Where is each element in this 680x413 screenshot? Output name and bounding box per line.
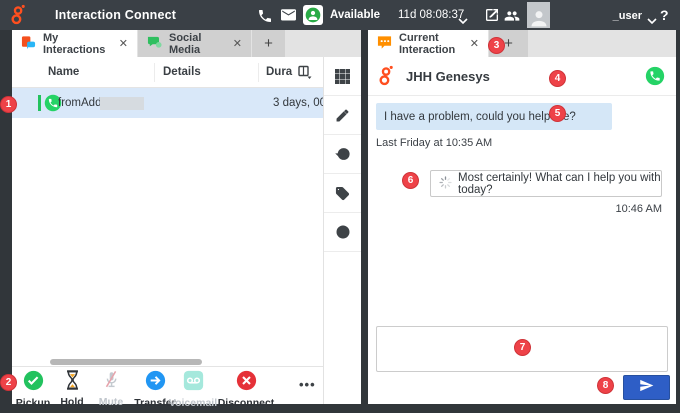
tab-close-icon[interactable]: ✕ bbox=[470, 37, 479, 50]
grid-view-icon[interactable] bbox=[324, 57, 361, 96]
presence-status-label[interactable]: Available bbox=[330, 9, 380, 21]
column-header-details[interactable]: Details bbox=[163, 66, 201, 78]
genesys-logo-icon bbox=[8, 4, 30, 31]
annotation-badge-5: 5 bbox=[549, 105, 566, 122]
hold-hourglass-icon bbox=[63, 370, 82, 395]
tab-close-icon[interactable]: ✕ bbox=[119, 37, 128, 50]
column-header-name[interactable]: Name bbox=[48, 66, 79, 78]
incoming-message-timestamp: Last Friday at 10:35 AM bbox=[376, 137, 492, 149]
outgoing-message-text: Most certainly! What can I help you with… bbox=[458, 172, 661, 196]
new-tab-button[interactable]: + bbox=[252, 30, 285, 57]
side-tool-strip bbox=[323, 57, 361, 404]
annotation-badge-1: 1 bbox=[0, 96, 17, 113]
phone-icon[interactable] bbox=[257, 8, 273, 29]
compose-icon[interactable] bbox=[484, 7, 500, 28]
tab-close-icon[interactable]: ✕ bbox=[233, 37, 242, 50]
my-interactions-icon bbox=[21, 35, 36, 53]
tab-label: Current Interaction bbox=[399, 32, 459, 56]
call-control-toolbar: Pickup Hold Mute Transfer Voicemail bbox=[12, 366, 323, 404]
disconnect-button[interactable]: Disconnect bbox=[218, 370, 274, 409]
user-chevron-down-icon[interactable] bbox=[647, 12, 657, 30]
username-label[interactable]: _user bbox=[598, 10, 642, 22]
tab-label: My Interactions bbox=[43, 32, 108, 56]
column-header-duration[interactable]: Dura bbox=[266, 66, 292, 78]
interaction-row-fromaddress[interactable]: fromAddress 3 days, 00: bbox=[12, 88, 323, 118]
session-timer: 11d 08:08:37 bbox=[398, 9, 464, 21]
annotation-badge-4: 4 bbox=[549, 70, 566, 87]
user-avatar[interactable] bbox=[527, 2, 550, 28]
tag-icon[interactable] bbox=[324, 174, 361, 213]
voicemail-button[interactable]: Voicemail bbox=[165, 370, 221, 409]
spinner-icon bbox=[439, 176, 452, 192]
paper-plane-icon bbox=[639, 378, 654, 398]
outgoing-message-bubble: Most certainly! What can I help you with… bbox=[430, 170, 662, 197]
annotation-badge-3: 3 bbox=[488, 37, 505, 54]
social-media-icon bbox=[147, 35, 162, 53]
disconnect-x-icon bbox=[236, 370, 257, 396]
my-interactions-panel: Name Details Dura fromAddress 3 days, 00… bbox=[12, 57, 361, 404]
app-title: Interaction Connect bbox=[55, 8, 176, 22]
transfer-arrow-icon bbox=[145, 370, 166, 396]
directory-people-icon[interactable] bbox=[503, 8, 521, 29]
genesys-logo-icon bbox=[376, 65, 398, 92]
column-settings-icon[interactable] bbox=[298, 65, 312, 84]
edit-pencil-icon[interactable] bbox=[324, 96, 361, 135]
envelope-icon[interactable] bbox=[281, 9, 296, 27]
tab-my-interactions[interactable]: My Interactions ✕ bbox=[12, 30, 137, 57]
send-button[interactable] bbox=[623, 375, 670, 400]
timer-chevron-down-icon[interactable] bbox=[458, 12, 468, 30]
horizontal-scrollbar[interactable] bbox=[50, 359, 202, 365]
tab-current-interaction[interactable]: Current Interaction ✕ bbox=[368, 30, 488, 57]
left-tab-bar: My Interactions ✕ Social Media ✕ + bbox=[12, 30, 361, 57]
tab-social-media[interactable]: Social Media ✕ bbox=[138, 30, 251, 57]
globe-icon[interactable] bbox=[324, 213, 361, 252]
interaction-table-header: Name Details Dura bbox=[12, 57, 323, 88]
whatsapp-icon bbox=[645, 66, 665, 91]
annotation-badge-6: 6 bbox=[402, 172, 419, 189]
mute-mic-slash-icon bbox=[102, 370, 121, 395]
pickup-check-icon bbox=[23, 370, 44, 396]
chat-contact-name: JHH Genesys bbox=[406, 69, 490, 84]
incoming-message-text: I have a problem, could you help me? bbox=[384, 111, 576, 123]
presence-status-icon[interactable] bbox=[303, 5, 323, 25]
row-duration-cell: 3 days, 00: bbox=[273, 97, 323, 109]
help-button[interactable]: ? bbox=[660, 7, 669, 23]
annotation-badge-8: 8 bbox=[597, 377, 614, 394]
annotation-badge-2: 2 bbox=[0, 374, 17, 391]
incoming-message-bubble: I have a problem, could you help me? bbox=[376, 103, 612, 130]
voicemail-icon bbox=[183, 370, 204, 396]
history-icon[interactable] bbox=[324, 135, 361, 174]
top-header-bar: Interaction Connect Available 11d 08:08:… bbox=[0, 0, 680, 30]
annotation-badge-7: 7 bbox=[514, 339, 531, 356]
tab-label: Social Media bbox=[169, 32, 222, 56]
more-options-button[interactable]: ••• bbox=[299, 377, 316, 392]
outgoing-message-timestamp: 10:46 AM bbox=[616, 203, 662, 215]
chat-header: JHH Genesys bbox=[368, 57, 676, 96]
row-accent-bar bbox=[38, 95, 41, 111]
current-interaction-icon bbox=[377, 35, 392, 53]
right-tab-bar: Current Interaction ✕ + bbox=[368, 30, 676, 57]
redacted-value bbox=[100, 97, 144, 110]
